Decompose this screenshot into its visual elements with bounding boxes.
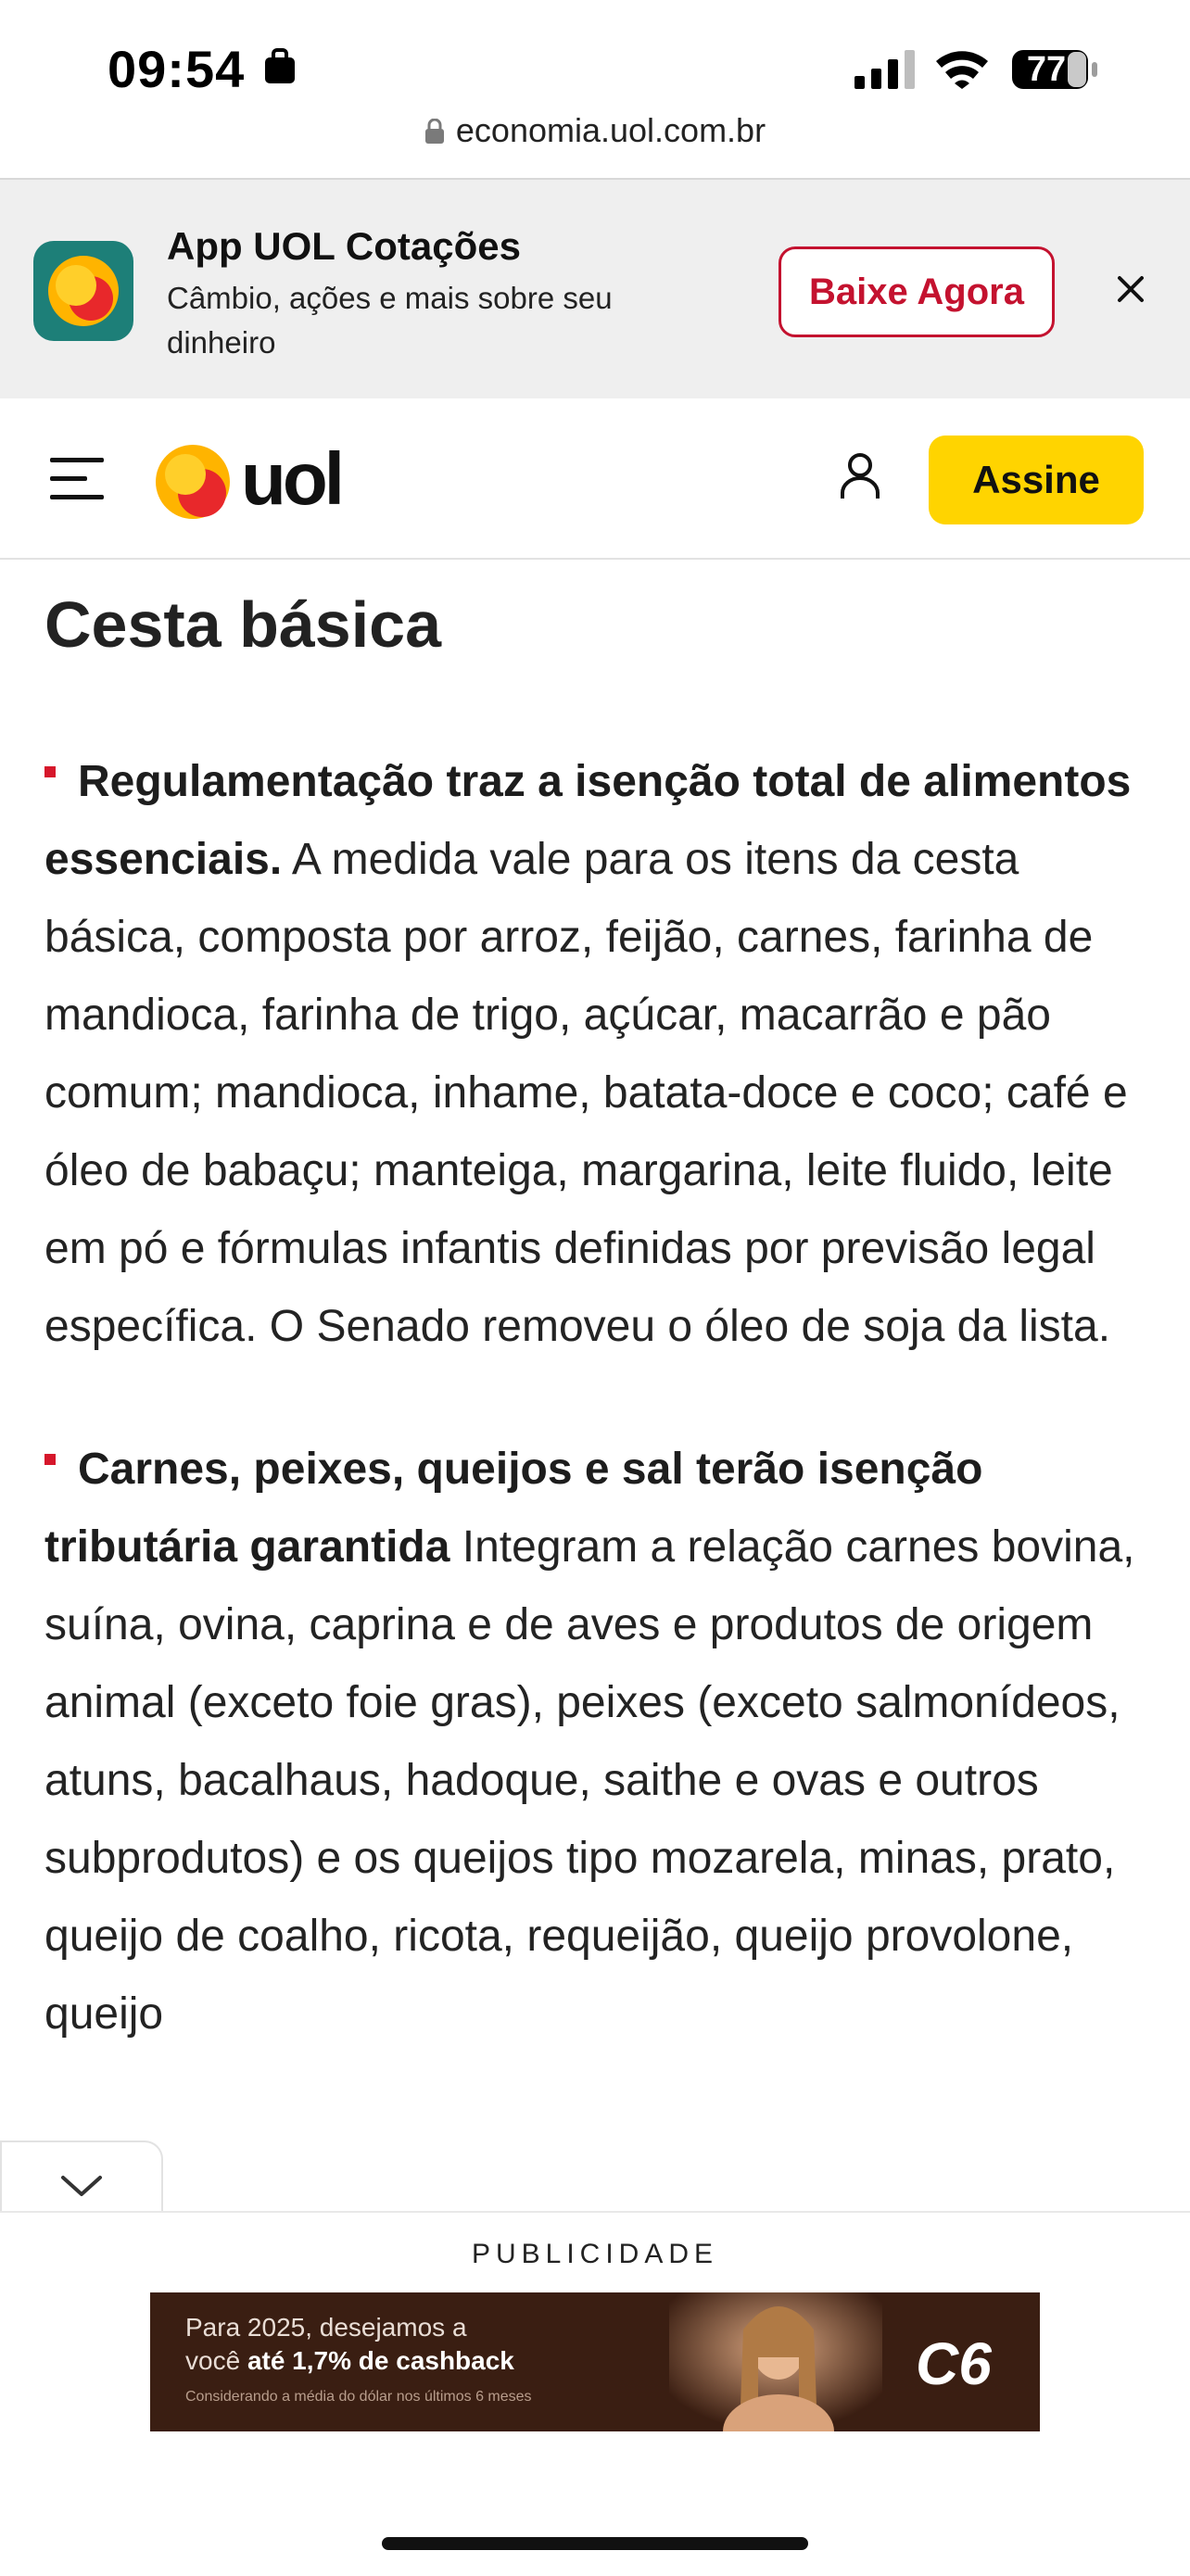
status-bar: 09:54 77 <box>0 0 1190 111</box>
ad-label: PUBLICIDADE <box>471 2239 719 2269</box>
bullet-marker <box>44 766 56 777</box>
ad-offer-prefix: você <box>185 2346 247 2375</box>
article-paragraph: Regulamentação traz a isenção total de a… <box>44 743 1149 1366</box>
app-banner-title: App UOL Cotações <box>167 224 521 268</box>
subscribe-button[interactable]: Assine <box>929 436 1144 524</box>
app-uol-icon <box>33 241 133 341</box>
site-header: uol Assine <box>0 398 1190 560</box>
article-paragraph: Carnes, peixes, queijos e sal terão isen… <box>44 1431 1149 2053</box>
ad-model-image <box>669 2292 882 2431</box>
battery-level: 77 <box>1026 50 1067 89</box>
paragraph-text: Integram a relação carnes bovina, suína,… <box>44 1522 1135 2039</box>
ad-headline: Para 2025, desejamos a <box>185 2313 467 2342</box>
lock-icon <box>424 119 444 144</box>
uol-logo[interactable]: uol <box>154 441 376 521</box>
hamburger-menu-icon[interactable] <box>50 456 104 502</box>
bullet-marker <box>44 1454 56 1465</box>
ad-brand-logo: C6 <box>916 2330 992 2397</box>
ad-offer: você até 1,7% de cashback <box>185 2346 514 2376</box>
article-body: Cesta básica Regulamentação traz a isenç… <box>44 560 1149 2053</box>
ad-banner[interactable]: Para 2025, desejamos a você até 1,7% de … <box>150 2292 1040 2431</box>
url-text: economia.uol.com.br <box>455 111 766 149</box>
cellular-signal-icon <box>855 50 915 89</box>
download-app-button[interactable]: Baixe Agora <box>779 246 1055 337</box>
user-account-icon[interactable] <box>840 452 880 500</box>
address-bar[interactable]: economia.uol.com.br <box>0 111 1190 176</box>
ad-offer-bold: até 1,7% de cashback <box>247 2346 514 2375</box>
status-time: 09:54 <box>108 40 246 98</box>
paragraph-text: A medida vale para os itens da cesta bás… <box>44 835 1128 1351</box>
logo-text: uol <box>241 441 341 520</box>
wifi-icon <box>936 51 988 89</box>
app-promo-banner: App UOL Cotações Câmbio, ações e mais so… <box>0 178 1190 400</box>
home-indicator[interactable] <box>382 2537 808 2550</box>
close-icon[interactable] <box>1114 272 1147 306</box>
work-bag-icon <box>265 48 295 83</box>
ad-disclaimer: Considerando a média do dólar nos último… <box>185 2389 532 2405</box>
app-banner-subtitle: Câmbio, ações e mais sobre seu dinheiro <box>167 281 613 360</box>
ad-container: PUBLICIDADE Para 2025, desejamos a você … <box>0 2211 1190 2576</box>
section-title: Cesta básica <box>44 588 442 661</box>
chevron-down-icon <box>61 2176 102 2196</box>
